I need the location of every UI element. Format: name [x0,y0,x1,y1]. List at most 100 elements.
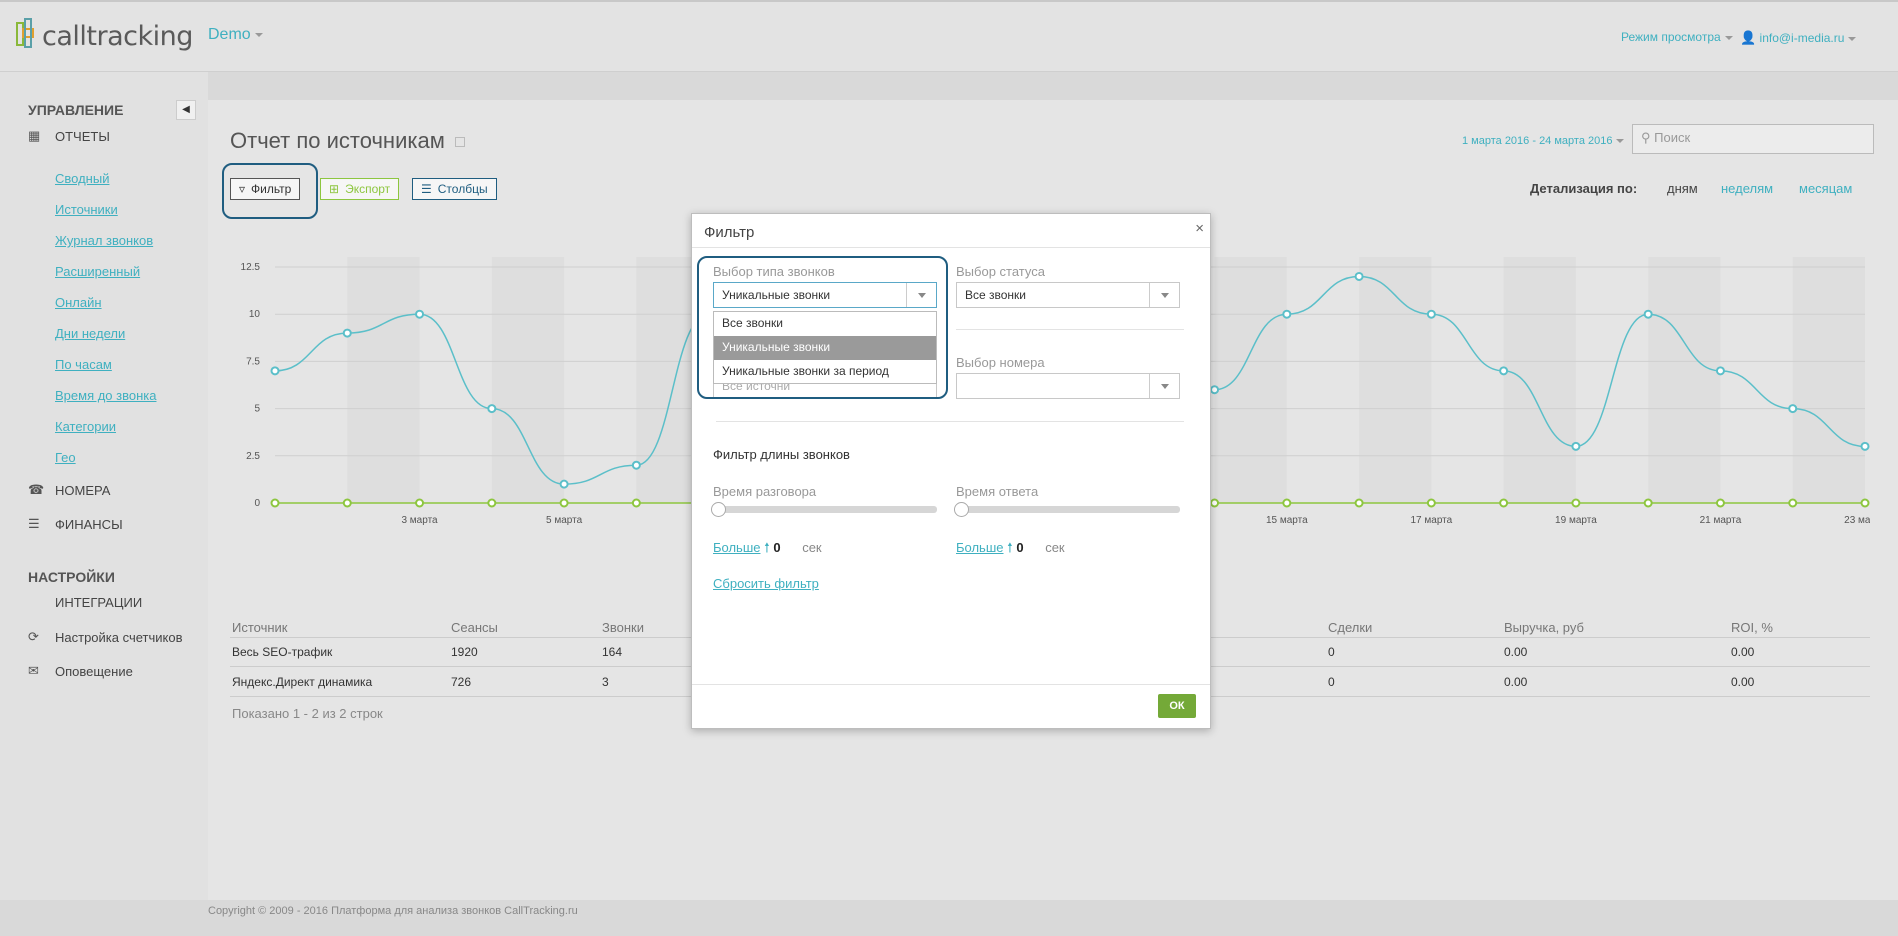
export-icon: ⊞ [329,182,340,196]
series-point[interactable] [270,366,280,376]
series-point[interactable] [342,498,352,508]
answer-more-toggle[interactable]: Больше 🠕 0 сек [956,539,1065,561]
sidebar-link-online[interactable]: Онлайн [55,295,102,310]
user-icon: 👤 [1740,30,1757,45]
cell-revenue: 0.00 [1504,645,1528,659]
arrow-up-icon: 🠕 [764,540,770,555]
sidebar-link-categories[interactable]: Категории [55,419,116,434]
sidebar-collapse-button[interactable]: ◀ [176,100,196,120]
series-point[interactable] [559,479,569,489]
series-point[interactable] [1426,309,1436,319]
talk-time-label: Время разговора [713,484,817,499]
sidebar-link-geo[interactable]: Гео [55,450,76,465]
slider-handle[interactable] [711,502,726,517]
status-select[interactable]: Все звонки [956,282,1180,308]
talk-time-slider[interactable] [711,502,937,517]
series-point[interactable] [1715,498,1725,508]
answer-time-slider[interactable] [954,502,1180,517]
more-label: Больше [956,540,1004,555]
ok-button[interactable]: ОК [1158,694,1196,718]
series-point[interactable] [1571,498,1581,508]
detail-days-link[interactable]: дням [1667,181,1698,196]
series-point[interactable] [1210,498,1220,508]
sidebar-item-counter-settings[interactable]: Настройка счетчиков [55,630,183,645]
cell-roi: 0.00 [1731,675,1755,689]
detail-weeks-link[interactable]: неделям [1721,181,1773,196]
sidebar-link-time-to-call[interactable]: Время до звонка [55,388,156,403]
col-header-source[interactable]: Источник [232,620,288,635]
search-input[interactable]: ⚲ Поиск [1632,124,1874,154]
user-menu[interactable]: 👤 info@i-media.ru [1740,30,1857,46]
col-header-deals[interactable]: Сделки [1328,620,1372,635]
sidebar-link-hours[interactable]: По часам [55,357,112,372]
sidebar-item-integrations[interactable]: ИНТЕГРАЦИИ [55,595,142,610]
series-point[interactable] [487,404,497,414]
series-point[interactable] [1571,441,1581,451]
unit-label: сек [802,540,822,555]
series-point[interactable] [1788,498,1798,508]
series-point[interactable] [631,460,641,470]
number-select[interactable] [956,373,1180,399]
col-header-roi[interactable]: ROI, % [1731,620,1773,635]
series-point[interactable] [1715,366,1725,376]
sidebar-item-finance[interactable]: ФИНАНСЫ [55,517,123,532]
x-tick-label: 5 марта [546,515,583,526]
help-icon[interactable] [454,137,465,148]
reset-filter-link[interactable]: Сбросить фильтр [713,576,819,591]
series-point[interactable] [342,328,352,338]
series-point[interactable] [270,498,280,508]
logo[interactable]: calltracking [14,18,193,54]
project-dropdown[interactable]: Demo [208,26,263,44]
sidebar-item-numbers[interactable]: НОМЕРА [55,483,110,498]
slider-handle[interactable] [954,502,969,517]
series-point[interactable] [559,498,569,508]
view-mode-dropdown[interactable]: Режим просмотра [1621,30,1733,44]
series-point[interactable] [631,498,641,508]
filter-icon: ▿ [239,182,246,196]
col-header-revenue[interactable]: Выручка, руб [1504,620,1584,635]
cell-deals: 0 [1328,675,1335,689]
sidebar-item-reports[interactable]: ОТЧЕТЫ [55,129,110,144]
series-point[interactable] [1426,498,1436,508]
sidebar-link-weekdays[interactable]: Дни недели [55,326,125,341]
search-icon: ⚲ [1641,130,1651,145]
close-icon[interactable]: × [1195,220,1204,237]
series-point[interactable] [1788,404,1798,414]
columns-button-label: Столбцы [437,182,488,196]
sidebar-item-notifications[interactable]: Оповещение [55,664,133,679]
series-point[interactable] [487,498,497,508]
chart-band [1503,257,1576,503]
sidebar-link-sources[interactable]: Источники [55,202,118,217]
date-range-picker[interactable]: 1 марта 2016 - 24 марта 2016 [1462,135,1625,147]
cell-sessions: 1920 [451,645,478,659]
series-point[interactable] [1282,309,1292,319]
col-header-sessions[interactable]: Сеансы [451,620,498,635]
col-header-calls[interactable]: Звонки [602,620,644,635]
export-button[interactable]: ⊞ Экспорт [320,178,400,200]
chevron-down-icon [1149,283,1179,307]
series-point[interactable] [1499,366,1509,376]
cell-revenue: 0.00 [1504,675,1528,689]
sidebar-link-summary[interactable]: Сводный [55,171,109,186]
view-mode-label: Режим просмотра [1621,30,1721,44]
sidebar-link-extended[interactable]: Расширенный [55,264,140,279]
series-point[interactable] [415,498,425,508]
detail-months-link[interactable]: месяцам [1799,181,1852,196]
series-point[interactable] [1643,309,1653,319]
chart-band [1359,257,1432,503]
columns-button[interactable]: ☰ Столбцы [412,178,497,200]
sidebar-link-call-log[interactable]: Журнал звонков [55,233,153,248]
series-point[interactable] [1354,498,1364,508]
series-point[interactable] [1282,498,1292,508]
series-point[interactable] [1499,498,1509,508]
filter-button[interactable]: ▿ Фильтр [230,178,301,200]
filter-button-label: Фильтр [251,182,292,196]
series-point[interactable] [1860,441,1870,451]
series-point[interactable] [415,309,425,319]
series-point[interactable] [1643,498,1653,508]
reports-icon: ▦ [28,128,41,143]
series-point[interactable] [1210,385,1220,395]
series-point[interactable] [1860,498,1870,508]
talk-more-toggle[interactable]: Больше 🠕 0 сек [713,539,822,561]
series-point[interactable] [1354,271,1364,281]
